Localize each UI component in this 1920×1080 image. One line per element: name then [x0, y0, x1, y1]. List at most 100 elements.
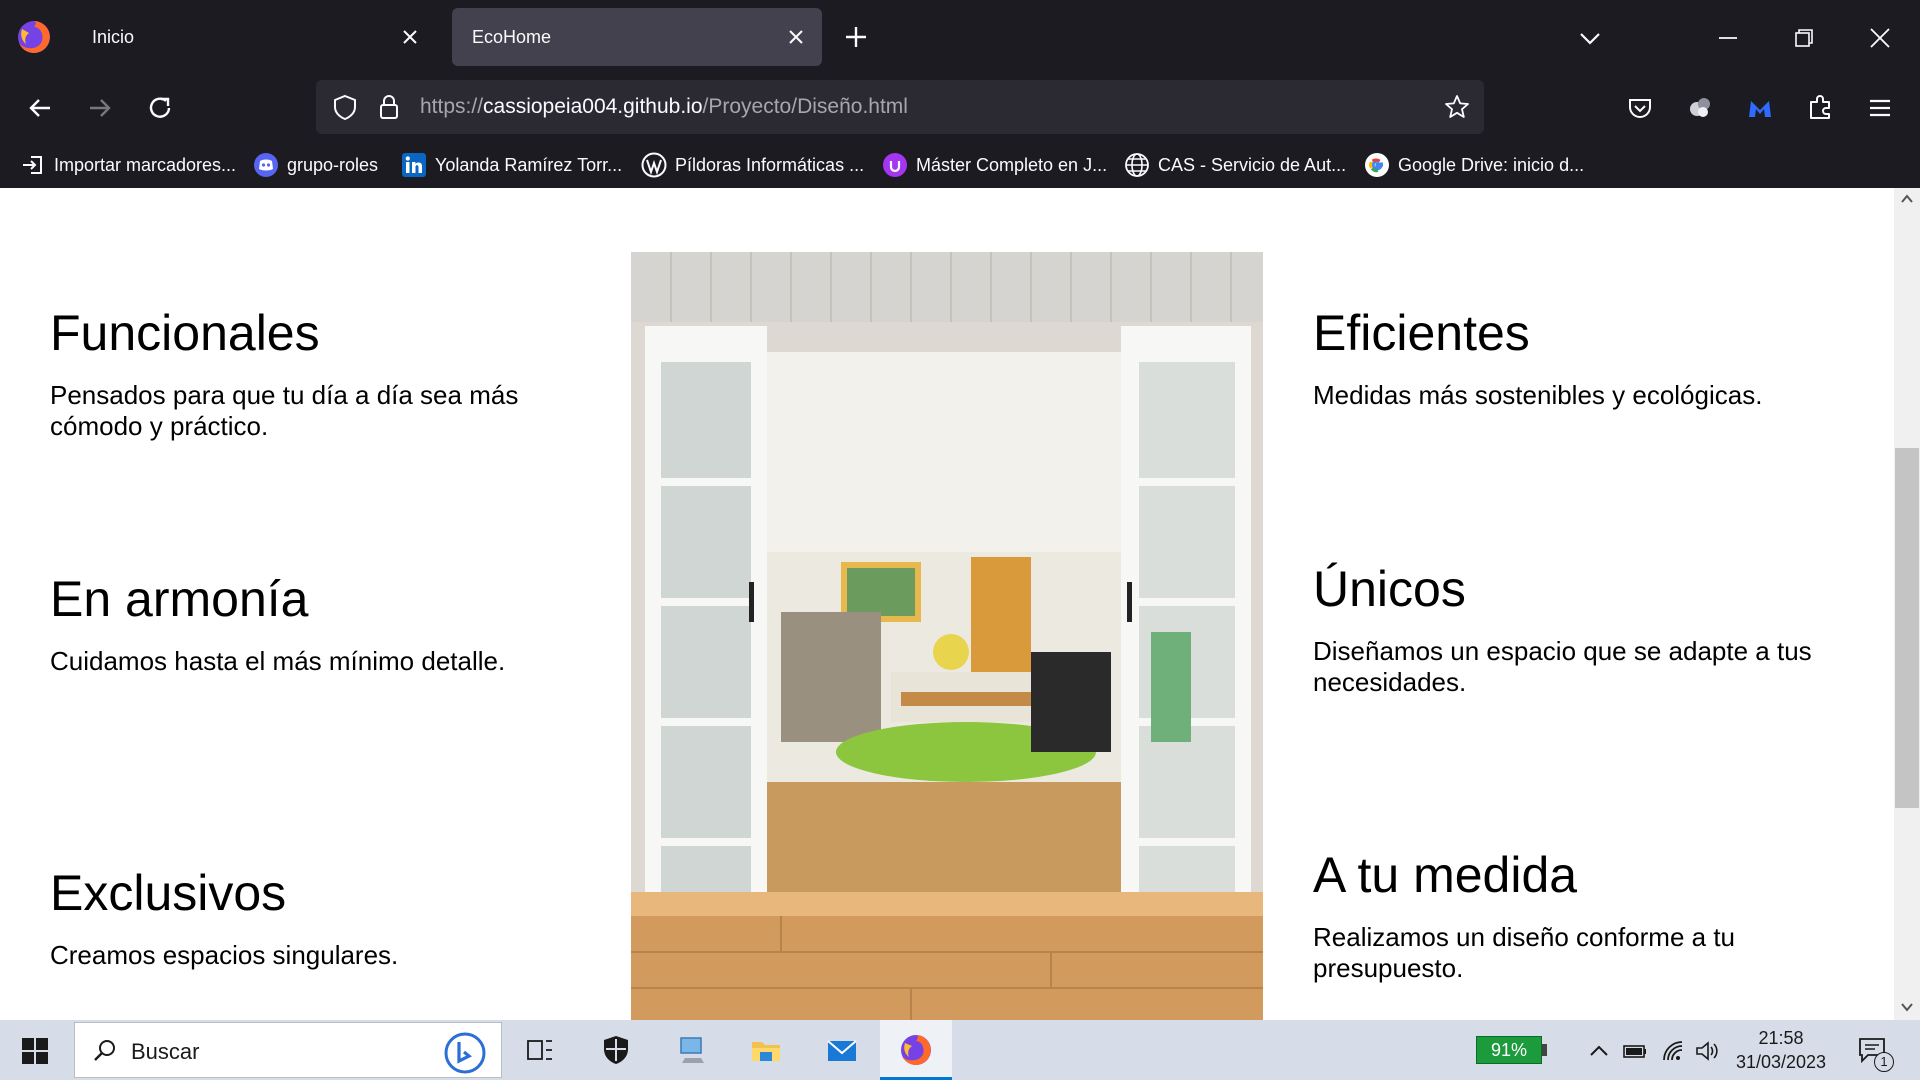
feature-title: Funcionales	[50, 305, 320, 361]
wordpress-icon	[641, 152, 667, 178]
this-pc-icon[interactable]	[674, 1032, 710, 1068]
living-room-photo	[631, 252, 1263, 1020]
extension-blob-icon[interactable]	[1682, 90, 1718, 126]
shield-icon[interactable]	[330, 92, 360, 122]
wifi-icon[interactable]	[1660, 1038, 1686, 1064]
tab-label: EcoHome	[472, 27, 552, 47]
taskbar-clock[interactable]: 21:58 31/03/2023	[1726, 1026, 1836, 1074]
file-explorer-icon[interactable]	[748, 1032, 784, 1068]
back-icon[interactable]	[22, 90, 58, 126]
feature-en-armonia: En armonía Cuidamos hasta el más mínimo …	[50, 570, 570, 677]
pocket-icon[interactable]	[1622, 90, 1658, 126]
security-shield-icon[interactable]	[598, 1032, 634, 1068]
page-scrollbar[interactable]	[1894, 188, 1920, 1020]
close-tab-icon[interactable]	[784, 25, 808, 49]
bookmark-importar[interactable]: Importar marcadores...	[20, 150, 236, 180]
bookmark-label: grupo-roles	[287, 154, 379, 175]
minimize-icon[interactable]	[1710, 20, 1746, 56]
feature-title: A tu medida	[1313, 847, 1578, 903]
windows-taskbar: Buscar 91% 21:58 31/03/2023 1	[0, 1020, 1920, 1080]
bing-chat-icon[interactable]	[443, 1031, 487, 1075]
bookmark-cas[interactable]: CAS - Servicio de Aut...	[1124, 150, 1346, 180]
feature-exclusivos: Exclusivos Creamos espacios singulares.	[50, 864, 570, 971]
tab-label: Inicio	[92, 27, 135, 47]
battery-tip	[1542, 1044, 1547, 1056]
close-tab-icon[interactable]	[398, 25, 422, 49]
firefox-menu-icon[interactable]	[14, 17, 54, 57]
bookmark-star-icon[interactable]	[1442, 92, 1472, 122]
feature-title: En armonía	[50, 571, 309, 627]
reload-icon[interactable]	[142, 90, 178, 126]
close-window-icon[interactable]	[1862, 20, 1898, 56]
discord-icon	[254, 153, 278, 177]
notification-count: 1	[1874, 1052, 1894, 1072]
taskbar-search-box[interactable]: Buscar	[74, 1022, 502, 1078]
battery-tray-icon[interactable]	[1622, 1038, 1648, 1064]
feature-text: Pensados para que tu día a día sea más c…	[50, 380, 519, 441]
url-path: /Proyecto/Diseño.html	[702, 95, 908, 118]
feature-title: Únicos	[1313, 561, 1466, 617]
google-icon	[1365, 153, 1389, 177]
clock-time: 21:58	[1758, 1028, 1804, 1048]
url-host: cassiopeia004.github.io	[483, 95, 703, 118]
tab-inicio[interactable]: Inicio	[72, 8, 436, 66]
bookmark-label: Google Drive: inicio d...	[1398, 154, 1585, 175]
bookmark-label: CAS - Servicio de Aut...	[1158, 154, 1347, 175]
tab-strip: Inicio EcoHome	[0, 0, 1920, 74]
globe-icon	[1125, 153, 1149, 177]
bookmark-label: Importar marcadores...	[54, 154, 237, 175]
mail-icon[interactable]	[824, 1032, 860, 1068]
bookmark-label: Máster Completo en J...	[916, 154, 1108, 175]
bookmarks-toolbar: Importar marcadores... grupo-roles Yolan…	[0, 142, 1920, 188]
feature-text: Cuidamos hasta el más mínimo detalle.	[50, 646, 506, 676]
bookmark-master[interactable]: Máster Completo en J...	[882, 150, 1107, 180]
task-view-icon[interactable]	[522, 1032, 558, 1068]
udemy-icon	[883, 153, 907, 177]
tab-ecohome[interactable]: EcoHome	[452, 8, 822, 66]
battery-level: 91%	[1476, 1036, 1542, 1064]
clock-date: 31/03/2023	[1735, 1052, 1827, 1072]
feature-unicos: Únicos Diseñamos un espacio que se adapt…	[1313, 560, 1873, 698]
restore-icon[interactable]	[1786, 20, 1822, 56]
feature-text: Creamos espacios singulares.	[50, 940, 399, 970]
bookmark-grupo-roles[interactable]: grupo-roles	[253, 150, 378, 180]
search-icon	[94, 1040, 115, 1061]
list-all-tabs-icon[interactable]	[1576, 24, 1604, 52]
scroll-down-icon[interactable]	[1900, 1000, 1914, 1014]
feature-title: Exclusivos	[50, 865, 287, 921]
windows-start-icon[interactable]	[20, 1036, 50, 1066]
bookmark-label: Yolanda Ramírez Torr...	[435, 154, 623, 175]
feature-text: Realizamos un diseño conforme a tu presu…	[1313, 922, 1736, 983]
web-page: Funcionales Pensados para que tu día a d…	[0, 188, 1920, 1020]
show-hidden-icons-icon[interactable]	[1586, 1038, 1612, 1064]
volume-icon[interactable]	[1694, 1038, 1720, 1064]
lock-icon[interactable]	[374, 92, 404, 122]
firefox-icon	[901, 1035, 931, 1065]
feature-text: Diseñamos un espacio que se adapte a tus…	[1313, 636, 1812, 697]
feature-a-tu-medida: A tu medida Realizamos un diseño conform…	[1313, 846, 1873, 984]
battery-indicator[interactable]: 91%	[1476, 1036, 1548, 1064]
browser-chrome: Inicio EcoHome https://cassiopeia004.git…	[0, 0, 1920, 188]
search-placeholder: Buscar	[131, 1039, 200, 1064]
feature-eficientes: Eficientes Medidas más sostenibles y eco…	[1313, 304, 1873, 411]
url-scheme: https://	[420, 95, 484, 118]
scroll-up-icon[interactable]	[1900, 192, 1914, 206]
screen: Inicio EcoHome https://cassiopeia004.git…	[0, 0, 1920, 1080]
taskbar-firefox[interactable]	[880, 1020, 952, 1080]
bookmark-google-drive[interactable]: Google Drive: inicio d...	[1364, 150, 1584, 180]
malwarebytes-icon[interactable]	[1742, 90, 1778, 126]
scrollbar-thumb[interactable]	[1895, 448, 1919, 808]
address-bar[interactable]: https://cassiopeia004.github.io/Proyecto…	[316, 80, 1484, 134]
feature-text: Medidas más sostenibles y ecológicas.	[1313, 380, 1763, 410]
feature-title: Eficientes	[1313, 305, 1530, 361]
bookmark-linkedin[interactable]: Yolanda Ramírez Torr...	[401, 150, 622, 180]
new-tab-icon[interactable]	[842, 23, 870, 51]
feature-funcionales: Funcionales Pensados para que tu día a d…	[50, 304, 570, 442]
extensions-puzzle-icon[interactable]	[1802, 90, 1838, 126]
navigation-toolbar: https://cassiopeia004.github.io/Proyecto…	[0, 74, 1920, 142]
url-text[interactable]: https://cassiopeia004.github.io/Proyecto…	[420, 95, 908, 119]
hamburger-menu-icon[interactable]	[1862, 90, 1898, 126]
bookmark-pildoras[interactable]: Píldoras Informáticas ...	[641, 150, 864, 180]
notification-center-button[interactable]: 1	[1856, 1034, 1894, 1072]
forward-icon[interactable]	[82, 90, 118, 126]
